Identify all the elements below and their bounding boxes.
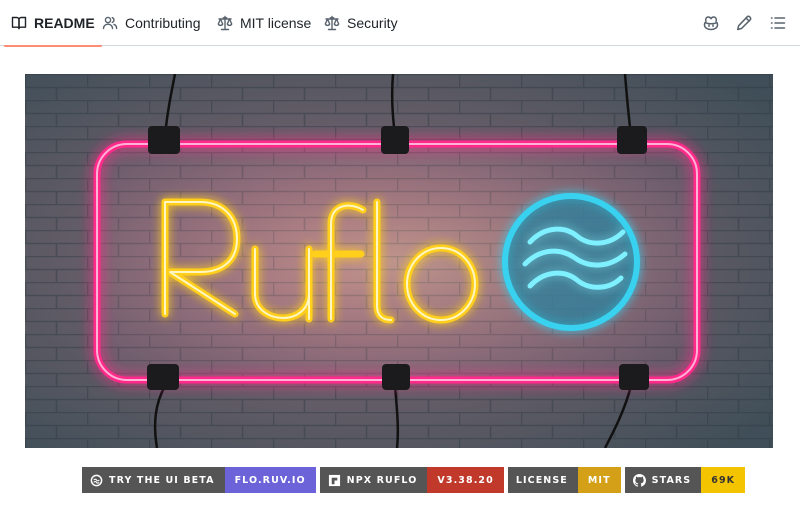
badge-label: LICENSE	[515, 474, 568, 486]
npx-version-badge[interactable]: NPX RUFLO V3.38.20	[319, 467, 504, 493]
tab-mit-license[interactable]: MIT license	[210, 0, 318, 46]
badge-label-box: NPX RUFLO	[319, 467, 428, 493]
badge-value: MIT	[577, 467, 621, 493]
badge-label: TRY THE UI BETA	[109, 474, 215, 486]
ruflo-neon-banner	[25, 74, 773, 448]
tab-readme-label: README	[34, 15, 95, 31]
tab-contributing[interactable]: Contributing	[95, 0, 208, 46]
badge-value: V3.38.20	[427, 467, 504, 493]
copilot-button[interactable]	[701, 13, 721, 33]
flo-logo-icon	[90, 474, 103, 486]
active-tab-underline	[4, 45, 102, 47]
badge-label: STARS	[651, 474, 692, 486]
github-stars-badge[interactable]: STARS 69K	[624, 467, 746, 493]
ui-beta-badge[interactable]: TRY THE UI BETA FLO.RUV.IO	[82, 467, 316, 493]
people-icon	[102, 15, 118, 31]
license-badge[interactable]: LICENSE MIT	[507, 467, 621, 493]
book-icon	[11, 15, 27, 31]
edit-file-button[interactable]	[734, 13, 754, 33]
law-scale-icon	[324, 15, 340, 31]
badge-label-box: LICENSE	[507, 467, 578, 493]
outline-button[interactable]	[768, 13, 788, 33]
pencil-icon	[736, 15, 752, 31]
readme-badges: TRY THE UI BETA FLO.RUV.IO NPX RUFLO V3.…	[82, 467, 746, 493]
neon-wave-logo	[502, 193, 640, 331]
tab-security[interactable]: Security	[317, 0, 405, 46]
copilot-icon	[703, 15, 719, 31]
badge-label: NPX RUFLO	[346, 474, 418, 486]
github-icon	[632, 473, 646, 487]
badge-label-box: TRY THE UI BETA	[82, 467, 225, 493]
npm-icon	[328, 474, 340, 486]
tab-mit-license-label: MIT license	[240, 15, 312, 31]
tab-contributing-label: Contributing	[125, 15, 201, 31]
tab-security-label: Security	[347, 15, 398, 31]
badge-label-box: STARS	[624, 467, 702, 493]
outline-list-icon	[770, 15, 786, 31]
tab-readme[interactable]: README	[4, 0, 102, 47]
law-scale-icon	[217, 15, 233, 31]
readme-tab-bar: README Contributing MIT license Security	[0, 0, 800, 47]
badge-value: 69K	[701, 467, 746, 493]
badge-value: FLO.RUV.IO	[224, 467, 316, 493]
